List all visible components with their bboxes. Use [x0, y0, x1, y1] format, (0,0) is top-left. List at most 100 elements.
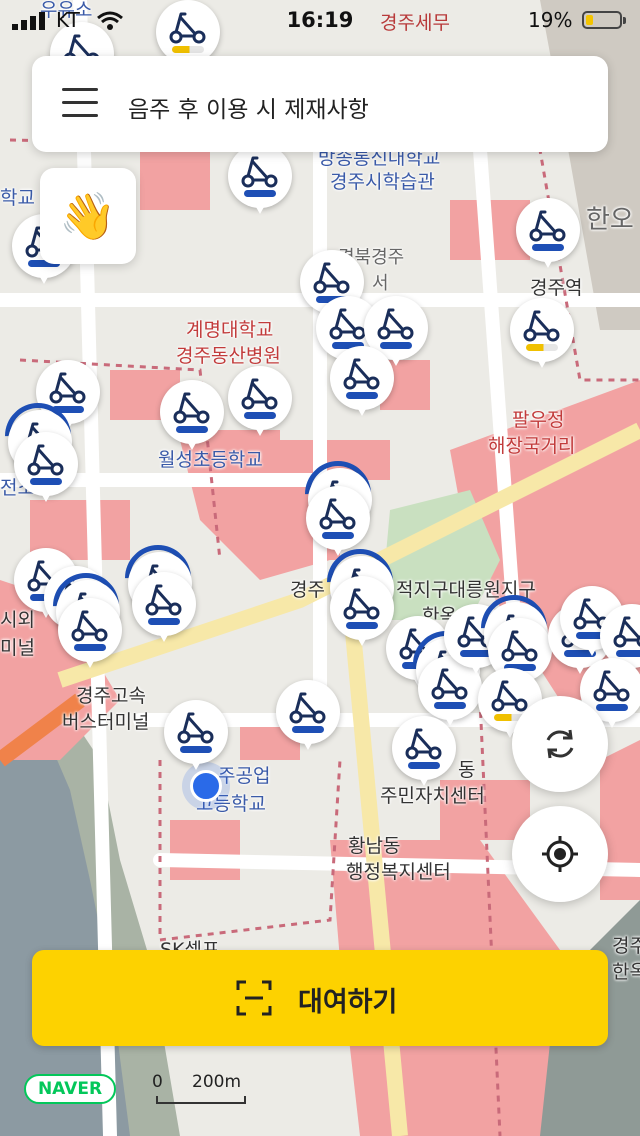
map-label: 계명대학교 — [186, 319, 274, 341]
notice-bar[interactable]: 음주 후 이용 시 제재사항 — [32, 56, 608, 152]
map-label: 미널 — [0, 637, 35, 659]
pin-tail — [156, 628, 172, 642]
battery-level-bar — [292, 726, 324, 733]
battery-level-bar — [322, 532, 354, 539]
qr-scan-icon — [236, 980, 272, 1016]
notice-title[interactable]: 음주 후 이용 시 제재사항 — [128, 90, 369, 124]
pin-tail — [534, 354, 550, 368]
scooter-icon — [329, 306, 367, 344]
map-label: 동 — [458, 759, 476, 781]
scooter-pin[interactable] — [516, 198, 580, 274]
battery-level-bar — [346, 392, 378, 399]
scooter-icon — [491, 678, 529, 716]
battery-level-bar — [532, 244, 564, 251]
refresh-button[interactable] — [512, 696, 608, 792]
scooter-icon — [613, 614, 640, 652]
scooter-icon — [241, 376, 279, 414]
my-location-button[interactable] — [512, 806, 608, 902]
scooter-icon — [319, 496, 357, 534]
pin-tail — [354, 632, 370, 646]
status-bar: KT 16:19 경주세무 19% — [0, 0, 640, 40]
scooter-pin[interactable] — [58, 598, 122, 674]
battery-level-bar — [74, 644, 106, 651]
rent-button-label: 대여하기 — [298, 987, 398, 1018]
scooter-pin[interactable] — [392, 716, 456, 792]
scale-zero: 0 — [152, 1072, 163, 1092]
scooter-pin[interactable] — [164, 700, 228, 776]
scooter-pin[interactable] — [330, 576, 394, 652]
scooter-icon — [593, 668, 631, 706]
map-label: 경주 — [290, 579, 325, 601]
scooter-icon — [71, 608, 109, 646]
naver-logo: NAVER — [24, 1074, 116, 1104]
map-label: 황남동 — [348, 835, 401, 857]
battery-level-bar — [172, 46, 204, 53]
scooter-pin[interactable] — [228, 366, 292, 442]
scooter-icon — [241, 154, 279, 192]
scooter-pin[interactable] — [132, 572, 196, 648]
scooter-pin[interactable] — [510, 298, 574, 374]
battery-level-bar — [434, 702, 466, 709]
map-label: 경주시학습관 — [330, 171, 435, 193]
pin-tail — [36, 270, 52, 284]
pin-tail — [252, 422, 268, 436]
scooter-pin[interactable] — [160, 380, 224, 456]
pin-tail — [354, 402, 370, 416]
scooter-icon — [173, 390, 211, 428]
pin-tail — [38, 488, 54, 502]
scooter-icon — [289, 690, 327, 728]
scale-distance: 200m — [192, 1072, 242, 1092]
scooter-pin[interactable] — [228, 144, 292, 220]
scooter-icon — [343, 586, 381, 624]
battery-level-bar — [616, 650, 640, 657]
pin-tail — [604, 714, 620, 728]
scooter-icon — [529, 208, 567, 246]
map-label: 경주동산병원 — [176, 345, 281, 367]
scale-bar — [156, 1096, 246, 1104]
wave-button[interactable]: 👋 — [40, 168, 136, 264]
scooter-pin[interactable] — [14, 432, 78, 508]
pin-tail — [184, 436, 200, 450]
scooter-icon — [405, 726, 443, 764]
battery-level-bar — [596, 704, 628, 711]
map-label: 경주역 — [530, 277, 583, 299]
scooter-icon — [501, 628, 539, 666]
scooter-icon — [313, 260, 351, 298]
battery-level-bar — [176, 426, 208, 433]
battery-level-bar — [346, 622, 378, 629]
map-label: 한오 — [586, 205, 634, 235]
battery-level-bar — [180, 746, 212, 753]
scooter-icon — [49, 370, 87, 408]
rent-button[interactable]: 대여하기 — [32, 950, 608, 1046]
scooter-icon — [177, 710, 215, 748]
map-label: 버스터미널 — [62, 711, 150, 733]
map-label: 경주 — [612, 935, 640, 957]
scooter-pin[interactable] — [330, 346, 394, 422]
battery-icon — [582, 11, 626, 29]
crosshair-icon — [542, 836, 578, 872]
map-label: 해장국거리 — [488, 435, 576, 457]
battery-level-bar — [244, 190, 276, 197]
map-label: 경주고속 — [76, 685, 146, 707]
status-location-label: 경주세무 — [380, 12, 450, 34]
pin-tail — [300, 736, 316, 750]
scooter-icon — [343, 356, 381, 394]
scooter-icon — [377, 306, 415, 344]
pin-tail — [540, 254, 556, 268]
pin-tail — [82, 654, 98, 668]
map-label: 팔우정 — [512, 409, 565, 431]
scooter-icon — [145, 582, 183, 620]
map-label: 서 — [372, 273, 389, 294]
scooter-icon — [523, 308, 561, 346]
refresh-icon — [546, 729, 574, 759]
scooter-pin[interactable] — [276, 680, 340, 756]
battery-level-bar — [244, 412, 276, 419]
map-label: 학교 — [0, 187, 35, 209]
map-label: 행정복지센터 — [346, 861, 451, 883]
battery-level-bar — [526, 344, 558, 351]
pin-tail — [416, 772, 432, 786]
pin-tail — [188, 756, 204, 770]
scooter-icon — [27, 442, 65, 480]
map-label: 한옥 — [612, 961, 640, 983]
hamburger-menu-icon[interactable] — [62, 88, 98, 120]
